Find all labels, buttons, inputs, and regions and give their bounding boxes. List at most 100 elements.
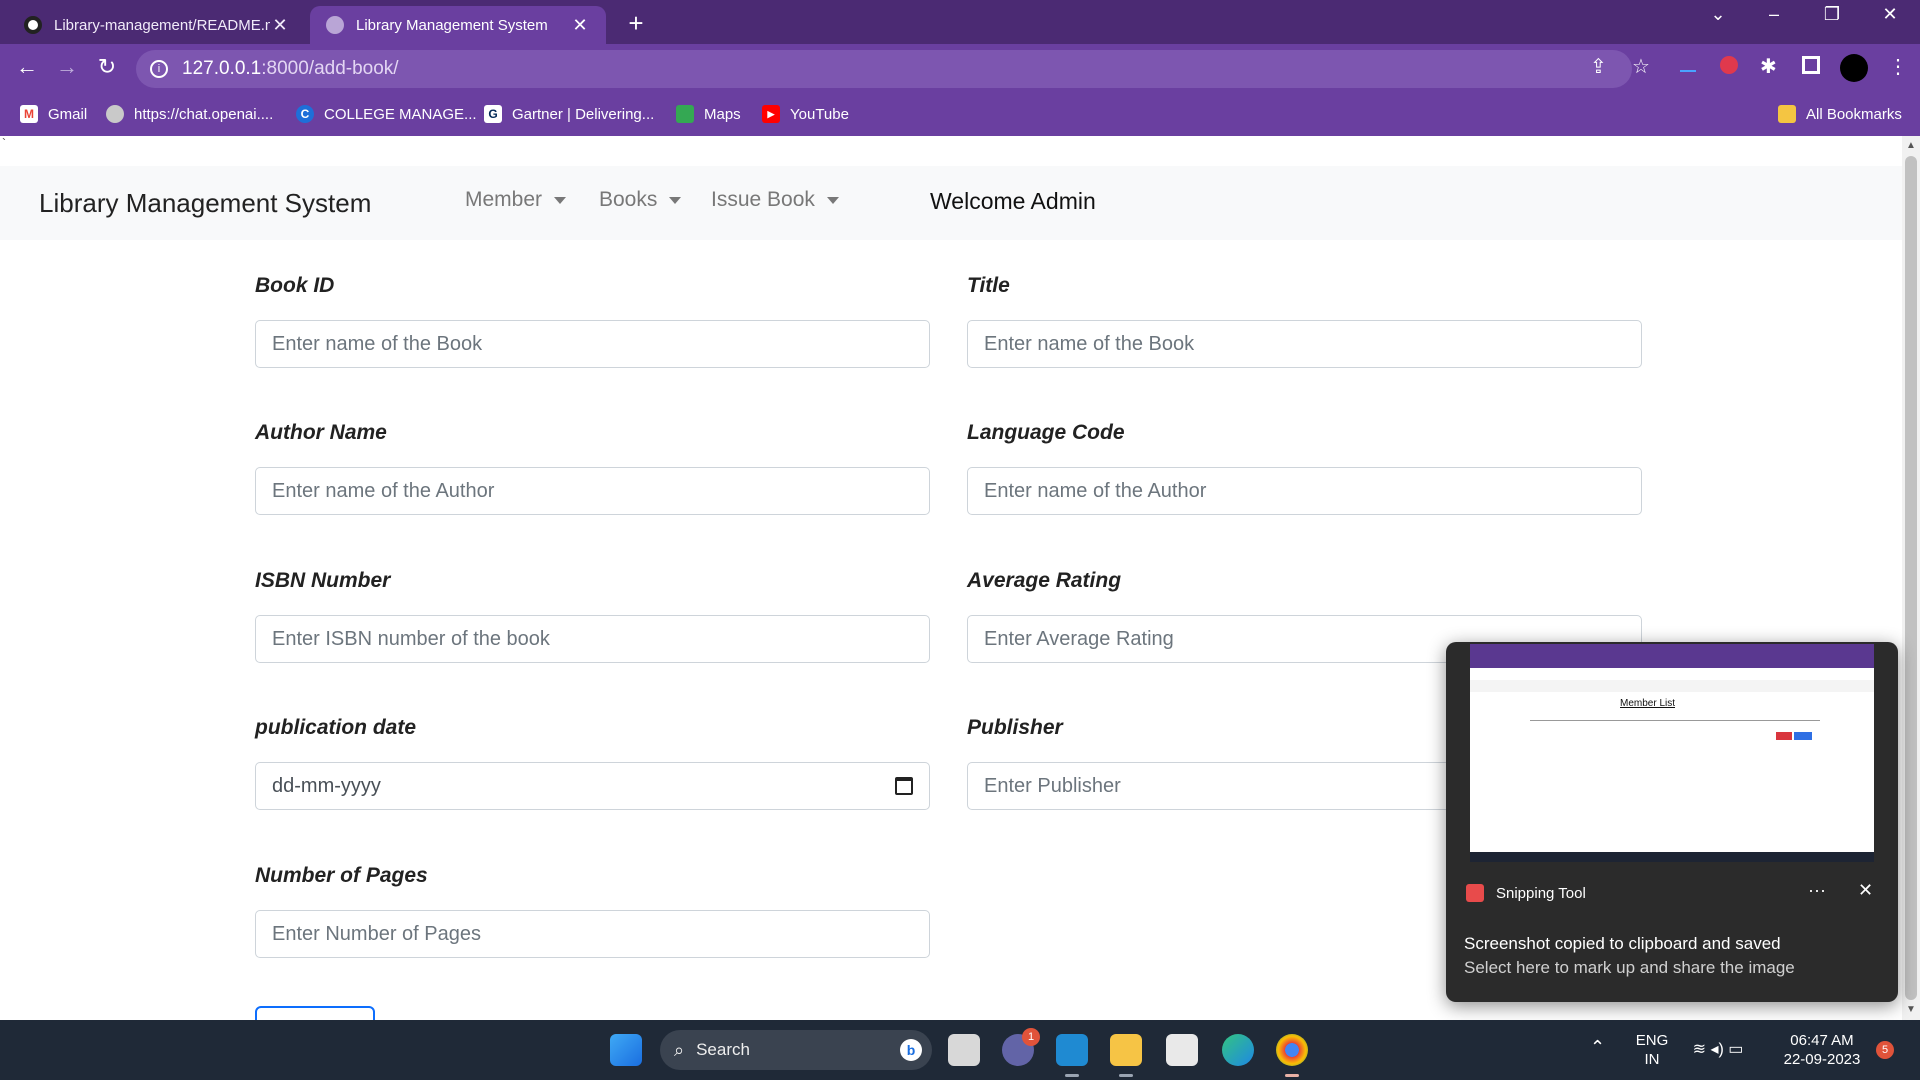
- bookmark-label: YouTube: [790, 105, 849, 123]
- date-format-text: dd-mm-yyyy: [272, 774, 381, 797]
- tab-library-management[interactable]: Library Management System ✕: [310, 6, 606, 44]
- author-name-input[interactable]: [255, 467, 930, 515]
- welcome-text: Welcome Admin: [930, 188, 1096, 214]
- url-host: 127.0.0.1: [182, 58, 262, 79]
- bookmark-star-icon[interactable]: ☆: [1632, 54, 1650, 79]
- stray-text: `: [2, 136, 6, 150]
- snipping-tool-notification[interactable]: Member List Snipping Tool ··· ✕ Screensh…: [1446, 642, 1898, 1002]
- extensions-puzzle-icon[interactable]: ✱: [1760, 54, 1777, 79]
- thumbnail-navbar: [1470, 680, 1874, 692]
- submit-button[interactable]: [255, 1006, 375, 1020]
- task-view-icon[interactable]: [948, 1034, 980, 1066]
- notification-count-badge[interactable]: 5: [1876, 1041, 1894, 1059]
- clock[interactable]: 06:47 AM 22-09-2023: [1780, 1031, 1864, 1069]
- folder-icon: [1778, 105, 1796, 123]
- close-window-button[interactable]: ✕: [1872, 4, 1908, 25]
- clock-date: 22-09-2023: [1783, 1051, 1861, 1068]
- tab-readme[interactable]: Library-management/README.md ✕: [8, 6, 306, 44]
- address-bar[interactable]: i 127.0.0.1:8000/add-book/: [136, 50, 1632, 88]
- all-bookmarks[interactable]: All Bookmarks: [1778, 105, 1902, 123]
- share-icon[interactable]: ⇪: [1590, 54, 1607, 79]
- bookmark-openai[interactable]: https://chat.openai....: [106, 105, 273, 123]
- start-windows-icon[interactable]: [610, 1034, 642, 1066]
- nav-member-dropdown[interactable]: Member: [465, 188, 567, 212]
- youtube-icon: ▶: [762, 105, 780, 123]
- more-options-icon[interactable]: ···: [1808, 880, 1826, 901]
- close-tab-icon[interactable]: ✕: [570, 15, 590, 36]
- language-code-input[interactable]: [967, 467, 1642, 515]
- title-input[interactable]: [967, 320, 1642, 368]
- new-tab-button[interactable]: +: [622, 8, 650, 39]
- profile-avatar[interactable]: [1840, 54, 1868, 82]
- minimize-button[interactable]: –: [1756, 4, 1792, 25]
- bookmark-gmail[interactable]: M Gmail: [20, 105, 87, 123]
- tab-title: Library Management System: [356, 16, 548, 34]
- openai-icon: [106, 105, 124, 123]
- scrollbar-thumb[interactable]: [1905, 156, 1917, 1000]
- running-indicator: [1119, 1074, 1133, 1077]
- caret-down-icon: [669, 196, 682, 204]
- number-of-pages-input[interactable]: [255, 910, 930, 958]
- page-scrollbar[interactable]: ▲ ▼: [1902, 136, 1920, 1020]
- notification-message: Screenshot copied to clipboard and saved: [1464, 934, 1781, 953]
- edge-icon[interactable]: [1222, 1034, 1254, 1066]
- menu-kebab-icon[interactable]: ⋮: [1888, 54, 1908, 79]
- bookmark-college[interactable]: C COLLEGE MANAGE...: [296, 105, 477, 123]
- wifi-volume-battery-icons[interactable]: ≋ ◂) ▭: [1688, 1040, 1748, 1059]
- taskbar-search[interactable]: ⌕ Search b: [660, 1030, 932, 1070]
- scroll-down-arrow-icon[interactable]: ▼: [1906, 1004, 1916, 1015]
- chrome-icon[interactable]: [1276, 1034, 1308, 1066]
- running-indicator: [1285, 1074, 1299, 1077]
- isbn-label: ISBN Number: [255, 569, 391, 592]
- bookmark-label: Gmail: [48, 105, 88, 123]
- nav-issue-book-dropdown[interactable]: Issue Book: [711, 188, 839, 212]
- running-indicator: [1065, 1074, 1079, 1077]
- url-path: :8000/add-book/: [261, 58, 399, 79]
- extension-red-icon[interactable]: [1720, 56, 1738, 74]
- search-icon: ⌕: [674, 1039, 685, 1060]
- bookmark-youtube[interactable]: ▶ YouTube: [762, 105, 849, 123]
- microsoft-store-icon[interactable]: [1166, 1034, 1198, 1066]
- show-hidden-icons-chevron-icon[interactable]: ⌃: [1590, 1038, 1605, 1057]
- language-indicator[interactable]: ENG IN: [1632, 1031, 1672, 1069]
- extension-icon[interactable]: [1680, 56, 1696, 72]
- windows-taskbar: ⌕ Search b 1 ⌃ ENG IN ≋ ◂) ▭ 06:47 AM 22…: [0, 1020, 1920, 1080]
- forward-icon[interactable]: →: [52, 54, 82, 80]
- back-icon[interactable]: ←: [12, 54, 42, 80]
- side-panel-icon[interactable]: [1802, 56, 1820, 74]
- browser-tab-strip: Library-management/README.md ✕ Library M…: [0, 0, 1920, 44]
- nav-books-dropdown[interactable]: Books: [599, 188, 682, 212]
- tab-search-icon[interactable]: ⌄: [1700, 4, 1736, 25]
- scroll-up-arrow-icon[interactable]: ▲: [1906, 140, 1916, 151]
- vscode-icon[interactable]: [1056, 1034, 1088, 1066]
- bookmark-gartner[interactable]: G Gartner | Delivering...: [484, 105, 654, 123]
- site-info-icon[interactable]: i: [150, 60, 168, 78]
- file-explorer-icon[interactable]: [1110, 1034, 1142, 1066]
- publication-date-input[interactable]: dd-mm-yyyy: [255, 762, 930, 810]
- clock-time: 06:47 AM: [1790, 1032, 1854, 1049]
- bookmark-maps[interactable]: Maps: [676, 105, 741, 123]
- isbn-input[interactable]: [255, 615, 930, 663]
- reload-icon[interactable]: ↻: [92, 54, 122, 80]
- calendar-icon[interactable]: [895, 777, 913, 795]
- bookmark-label: COLLEGE MANAGE...: [324, 105, 477, 123]
- bing-icon[interactable]: b: [900, 1039, 922, 1061]
- tab-title: Library-management/README.md: [54, 16, 270, 34]
- notification-app: Snipping Tool: [1466, 884, 1586, 902]
- book-id-label: Book ID: [255, 274, 335, 297]
- notification-app-name: Snipping Tool: [1496, 884, 1586, 902]
- close-notification-icon[interactable]: ✕: [1858, 880, 1873, 901]
- screenshot-thumbnail[interactable]: Member List: [1470, 644, 1874, 862]
- average-rating-label: Average Rating: [967, 569, 1122, 592]
- notification-sub-message: Select here to mark up and share the ima…: [1464, 958, 1795, 977]
- book-id-input[interactable]: [255, 320, 930, 368]
- restore-button[interactable]: ❐: [1814, 4, 1850, 25]
- thumbnail-table-line: [1530, 720, 1820, 721]
- publication-date-label: publication date: [255, 716, 417, 739]
- thumbnail-title: Member List: [1620, 698, 1676, 709]
- navbar-brand[interactable]: Library Management System: [39, 188, 371, 219]
- gartner-icon: G: [484, 105, 502, 123]
- caret-down-icon: [554, 196, 567, 204]
- globe-icon: [326, 16, 344, 34]
- close-tab-icon[interactable]: ✕: [270, 15, 290, 36]
